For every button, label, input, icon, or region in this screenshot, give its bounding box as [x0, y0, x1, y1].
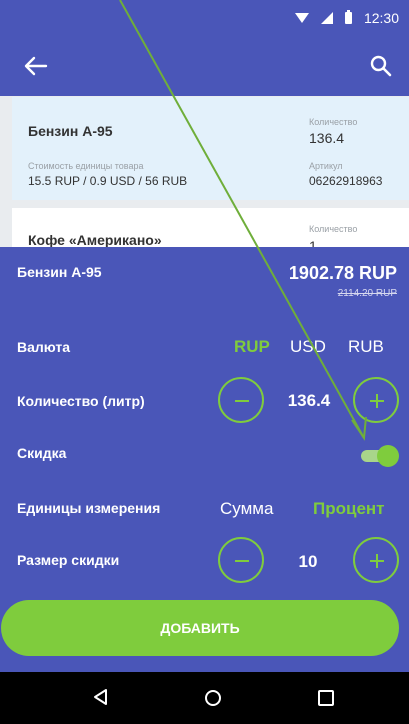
old-price: 2114.20 RUP [337, 288, 397, 299]
search-icon[interactable] [369, 54, 393, 78]
plus-icon [370, 554, 384, 568]
item-name: Кофе «Американо» [28, 232, 162, 248]
quantity-minus-button[interactable] [218, 377, 264, 423]
item-qty-label: Количество [309, 224, 358, 234]
signal-icon [320, 12, 333, 24]
triangle-back-icon[interactable] [92, 688, 108, 711]
unit-sum[interactable]: Сумма [220, 499, 273, 519]
quantity-value[interactable]: 136.4 [269, 391, 349, 411]
minus-icon [235, 400, 249, 402]
square-recent-icon[interactable] [318, 690, 334, 706]
item-qty: 136.4 [309, 130, 345, 146]
status-time: 12:30 [363, 10, 399, 26]
item-cost: 15.5 RUP / 0.9 USD / 56 RUB [28, 174, 188, 188]
back-arrow-icon[interactable] [24, 56, 48, 76]
unit-percent[interactable]: Процент [313, 499, 385, 519]
wifi-icon [294, 13, 309, 23]
discount-label: Скидка [17, 445, 67, 461]
sheet-title: Бензин А-95 [17, 264, 102, 280]
add-button[interactable]: ДОБАВИТЬ [1, 600, 399, 656]
item-article-label: Артикул [309, 161, 343, 171]
currency-usd[interactable]: USD [290, 337, 326, 357]
product-bottom-sheet: Бензин А-95 1902.78 RUP 2114.20 RUP Валю… [0, 247, 409, 672]
item-name: Бензин А-95 [28, 123, 113, 139]
discount-toggle[interactable] [359, 445, 399, 467]
quantity-label: Количество (литр) [17, 393, 145, 409]
circle-home-icon[interactable] [205, 690, 221, 706]
units-label: Единицы измерения [17, 500, 161, 516]
item-qty-label: Количество [309, 117, 358, 127]
minus-icon [235, 560, 249, 562]
system-nav-bar [0, 672, 409, 724]
currency-rup[interactable]: RUP [234, 337, 270, 357]
discount-plus-button[interactable] [353, 537, 399, 583]
item-cost-label: Стоимость единицы товара [28, 161, 144, 171]
discount-size-value[interactable]: 10 [268, 552, 348, 572]
quantity-plus-button[interactable] [353, 377, 399, 423]
discount-minus-button[interactable] [218, 537, 264, 583]
currency-label: Валюта [17, 339, 71, 355]
list-item[interactable]: Бензин А-95 Количество 136.4 Стоимость е… [12, 97, 409, 200]
plus-icon [370, 394, 384, 408]
app-bar [0, 36, 409, 96]
currency-rub[interactable]: RUB [348, 337, 384, 357]
status-bar: 12:30 [0, 0, 409, 36]
discount-size-label: Размер скидки [17, 552, 120, 568]
item-article: 06262918963 [309, 174, 383, 188]
total-price: 1902.78 RUP [288, 263, 397, 283]
battery-icon [344, 10, 352, 24]
